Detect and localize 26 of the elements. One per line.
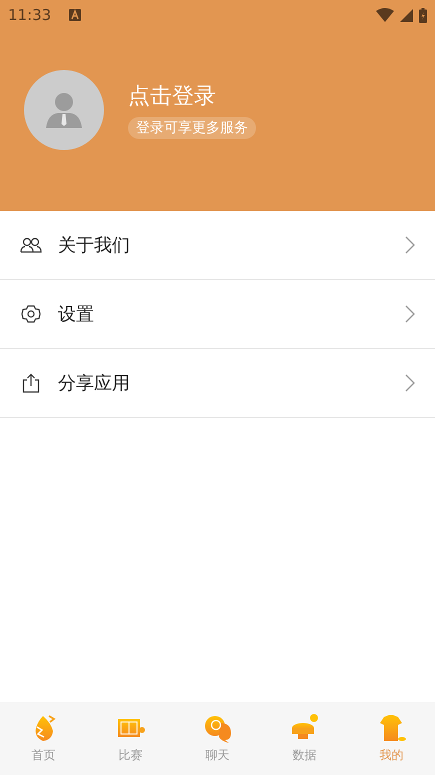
people-icon (20, 237, 42, 253)
wifi-icon (376, 8, 394, 22)
login-subtitle: 登录可享更多服务 (128, 117, 256, 139)
menu-label: 分享应用 (58, 372, 131, 395)
menu-label: 关于我们 (58, 234, 131, 257)
keyboard-icon (69, 9, 82, 21)
menu-item[interactable]: 设置 (0, 280, 435, 349)
signal-icon (400, 8, 413, 22)
tab[interactable]: 首页 (0, 702, 87, 775)
tab[interactable]: 数据 (261, 702, 348, 775)
menu-item[interactable]: 分享应用 (0, 349, 435, 418)
battery-icon (419, 8, 427, 22)
tab[interactable]: 我的 (348, 702, 435, 775)
menu-item[interactable]: 关于我们 (0, 211, 435, 280)
avatar-icon[interactable] (24, 70, 104, 150)
tab[interactable]: 比赛 (87, 702, 174, 775)
chat-icon (202, 713, 232, 743)
chevron-icon (405, 236, 415, 254)
menu-label: 设置 (58, 303, 95, 326)
status-time: 11:33 (8, 6, 52, 24)
share-icon (20, 373, 42, 393)
chevron-icon (405, 374, 415, 392)
tab[interactable]: 聊天 (174, 702, 261, 775)
settings-icon (20, 304, 42, 324)
chevron-icon (405, 305, 415, 323)
login-title[interactable]: 点击登录 (128, 81, 216, 111)
